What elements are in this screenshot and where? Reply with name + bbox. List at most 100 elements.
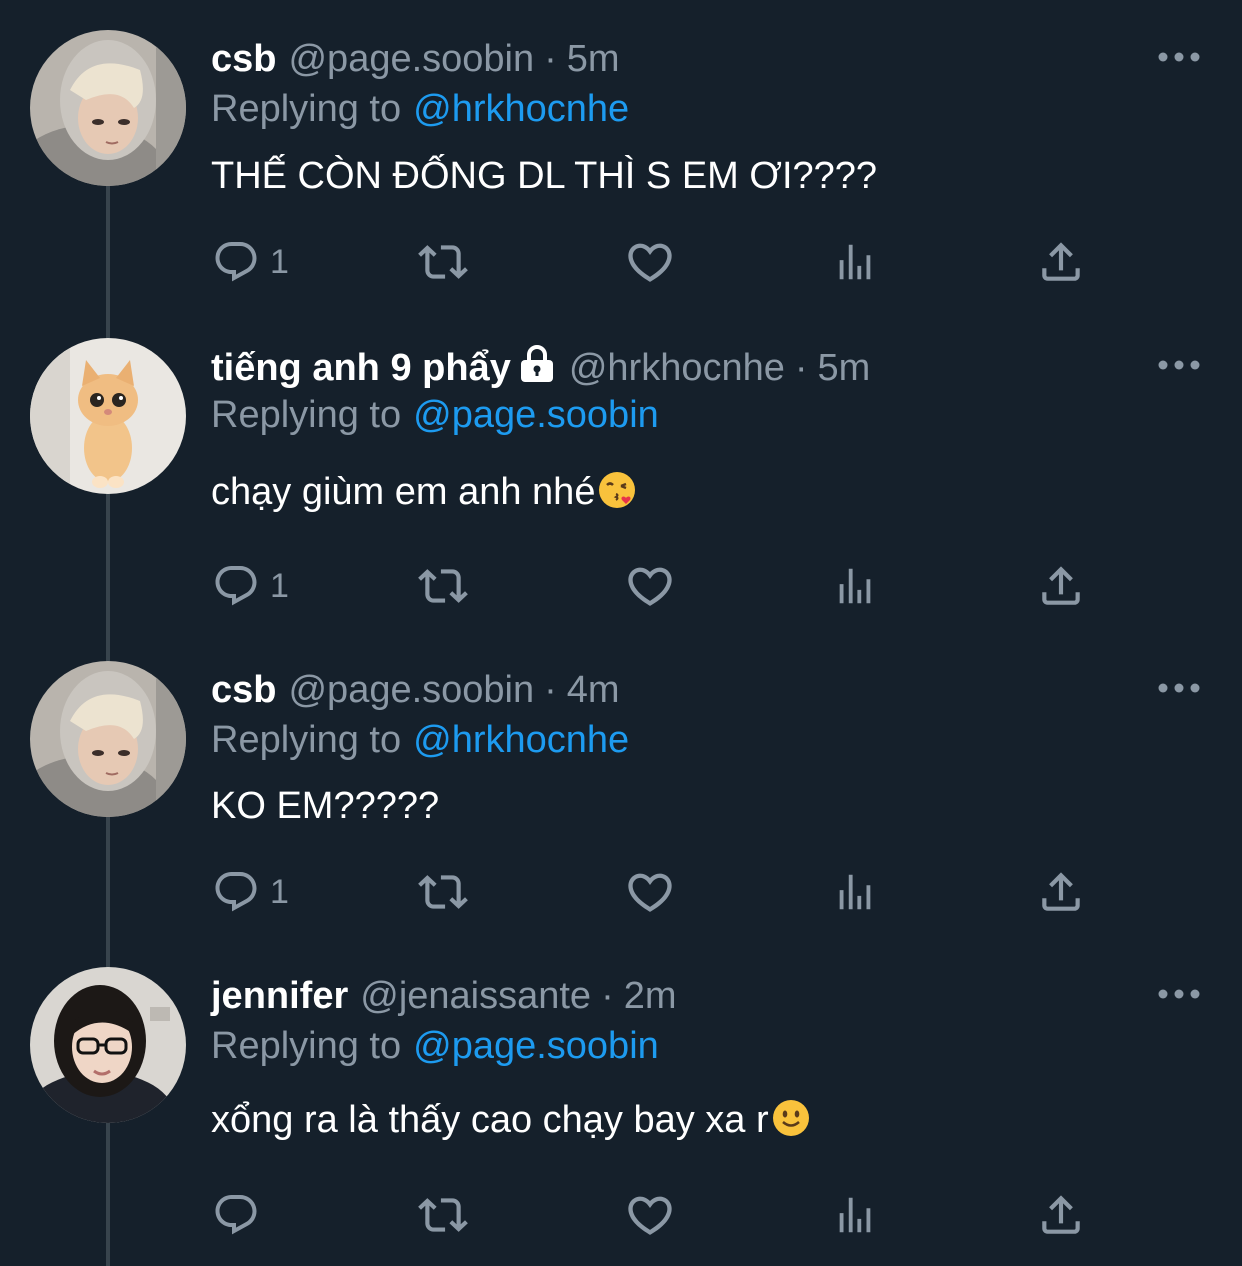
share-icon [1036,867,1086,917]
tweet-actions: 1 [0,556,1242,616]
reply-icon [212,868,260,916]
retweet-button[interactable] [418,556,468,616]
replying-to: Replying to @page.soobin [211,392,659,438]
share-button[interactable] [1036,862,1086,922]
avatar-glasses-girl-icon [30,967,186,1123]
tweet[interactable]: tiếng anh 9 phẩy @hrkhocnhe · 5m Replying t… [0,338,1242,628]
like-icon [624,560,676,612]
tweet-header: jennifer @jenaissante · 2m [211,973,677,1019]
replying-to-handle-link[interactable]: @page.soobin [413,1025,659,1067]
like-icon [624,1189,676,1241]
views-button[interactable] [832,232,878,292]
timestamp[interactable]: 5m [567,38,620,80]
display-name[interactable]: tiếng anh 9 phẩy [211,347,511,389]
timestamp[interactable]: 4m [567,669,620,711]
avatar[interactable] [30,967,186,1123]
retweet-icon [418,561,468,611]
tweet[interactable]: jennifer @jenaissante · 2m Replying to @page… [0,967,1242,1260]
like-button[interactable] [624,862,676,922]
replying-to: Replying to @hrkhocnhe [211,717,629,763]
tweet[interactable]: csb @page.soobin · 4m Replying to @hrkhocnhe… [0,661,1242,951]
retweet-button[interactable] [418,232,468,292]
more-options-icon[interactable] [1156,352,1202,378]
replying-to-handle-link[interactable]: @hrkhocnhe [413,719,629,761]
tweet-header: csb @page.soobin · 4m [211,667,620,713]
like-button[interactable] [624,1185,676,1245]
avatar[interactable] [30,338,186,494]
avatar[interactable] [30,661,186,817]
timestamp[interactable]: 2m [624,975,677,1017]
retweet-button[interactable] [418,1185,468,1245]
tweet-text: KO EM????? [211,783,439,829]
tweet-text-content: KO EM????? [211,785,440,827]
share-button[interactable] [1036,556,1086,616]
avatar[interactable] [30,30,186,186]
views-icon [832,239,878,285]
more-options-icon[interactable] [1156,44,1202,70]
separator-dot: · [544,669,557,711]
like-icon [624,866,676,918]
views-button[interactable] [832,556,878,616]
user-handle[interactable]: @page.soobin [288,38,534,80]
separator-dot: · [544,38,557,80]
replying-to-handle-link[interactable]: @page.soobin [413,394,659,436]
avatar-kitten-icon [30,338,186,494]
like-button[interactable] [624,556,676,616]
user-handle[interactable]: @hrkhocnhe [569,347,785,389]
tweet-actions [0,1185,1242,1245]
views-button[interactable] [832,1185,878,1245]
replying-to-label: Replying to [211,88,402,130]
tweet-text: xổng ra là thấy cao chạy bay xa r [211,1097,811,1143]
views-icon [832,1192,878,1238]
more-options-icon[interactable] [1156,675,1202,701]
tweet[interactable]: csb @page.soobin · 5m Replying to @hrkhocnhe… [0,30,1242,320]
reply-icon [212,238,260,286]
display-name[interactable]: jennifer [211,975,348,1017]
user-handle[interactable]: @page.soobin [288,669,534,711]
tweet-text: THẾ CÒN ĐỐNG DL THÌ S EM ƠI???? [211,153,877,199]
reply-button[interactable]: 1 [212,862,289,922]
avatar-blonde-hoodie-icon [30,30,186,186]
slightly-smiling-face-emoji-icon [771,1098,811,1138]
share-button[interactable] [1036,1185,1086,1245]
reply-icon [212,1191,260,1239]
reply-count: 1 [270,243,289,281]
retweet-icon [418,237,468,287]
more-options-icon[interactable] [1156,981,1202,1007]
separator-dot: · [794,347,808,389]
display-name[interactable]: csb [211,669,276,711]
reply-button[interactable] [212,1185,260,1245]
tweet-actions: 1 [0,232,1242,292]
tweet-header: tiếng anh 9 phẩy @hrkhocnhe · 5m [211,344,870,391]
face-blowing-kiss-emoji-icon [597,470,637,510]
tweet-text-content: THẾ CÒN ĐỐNG DL THÌ S EM ƠI???? [211,155,878,197]
views-button[interactable] [832,862,878,922]
replying-to: Replying to @page.soobin [211,1023,659,1069]
replying-to: Replying to @hrkhocnhe [211,86,629,132]
reply-icon [212,562,260,610]
retweet-icon [418,1190,468,1240]
lock-icon [517,344,557,384]
timestamp[interactable]: 5m [818,347,871,389]
retweet-button[interactable] [418,862,468,922]
separator-dot: · [601,975,614,1017]
user-handle[interactable]: @jenaissante [360,975,591,1017]
views-icon [832,869,878,915]
share-icon [1036,561,1086,611]
views-icon [832,563,878,609]
share-button[interactable] [1036,232,1086,292]
tweet-header: csb @page.soobin · 5m [211,36,620,82]
share-icon [1036,1190,1086,1240]
tweet-text: chạy giùm em anh nhé [211,469,637,515]
replying-to-label: Replying to [211,719,402,761]
share-icon [1036,237,1086,287]
reply-button[interactable]: 1 [212,556,289,616]
replying-to-handle-link[interactable]: @hrkhocnhe [413,88,629,130]
replying-to-label: Replying to [211,394,402,436]
reply-button[interactable]: 1 [212,232,289,292]
avatar-blonde-hoodie-icon [30,661,186,817]
like-button[interactable] [624,232,676,292]
tweet-text-content: chạy giùm em anh nhé [211,471,596,513]
display-name[interactable]: csb [211,38,276,80]
tweet-actions: 1 [0,862,1242,922]
